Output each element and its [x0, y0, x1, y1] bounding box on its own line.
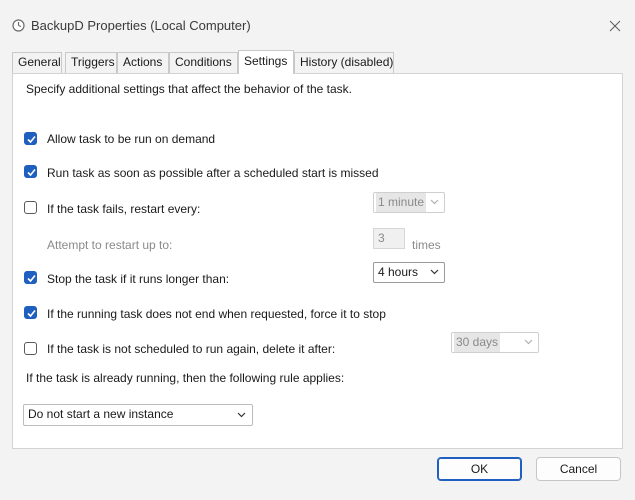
delete-after-label: If the task is not scheduled to run agai…	[47, 342, 336, 356]
running-rule-label: If the task is already running, then the…	[26, 371, 345, 385]
restart-attempts-label: Attempt to restart up to:	[47, 238, 173, 252]
stop-if-longer-label: Stop the task if it runs longer than:	[47, 272, 230, 286]
checkmark-icon	[27, 309, 36, 318]
checkmark-icon	[27, 168, 36, 177]
close-button[interactable]	[604, 15, 626, 37]
restart-interval-value: 1 minute	[376, 193, 427, 212]
restart-on-fail-checkbox[interactable]	[24, 201, 37, 214]
title-bar: BackupD Properties (Local Computer)	[0, 0, 635, 50]
tab-label: Settings	[244, 54, 288, 68]
cancel-button[interactable]: Cancel	[536, 457, 621, 481]
tab-general[interactable]: General	[12, 52, 62, 73]
run-asap-checkbox[interactable]	[24, 165, 37, 178]
allow-on-demand-label: Allow task to be run on demand	[47, 132, 216, 146]
tab-actions[interactable]: Actions	[117, 52, 169, 73]
task-scheduler-clock-icon	[12, 19, 25, 32]
delete-after-checkbox[interactable]	[24, 342, 37, 355]
tab-history[interactable]: History (disabled)	[294, 52, 394, 73]
cancel-button-label: Cancel	[559, 462, 598, 476]
ok-button-label: OK	[470, 462, 489, 476]
settings-panel: Specify additional settings that affect …	[12, 73, 623, 449]
close-icon	[609, 20, 621, 32]
tab-settings[interactable]: Settings	[238, 50, 294, 74]
restart-attempts-value: 3	[378, 231, 385, 245]
stop-duration-dropdown[interactable]: 4 hours	[373, 262, 445, 283]
chevron-down-icon	[430, 199, 439, 205]
restart-attempts-unit: times	[412, 238, 441, 252]
tab-triggers[interactable]: Triggers	[65, 52, 117, 73]
checkmark-icon	[27, 135, 36, 144]
window-title: BackupD Properties (Local Computer)	[31, 18, 251, 33]
chevron-down-icon	[524, 339, 533, 345]
chevron-down-icon	[430, 269, 439, 275]
tab-conditions[interactable]: Conditions	[169, 52, 238, 73]
delete-after-value: 30 days	[454, 333, 501, 352]
tab-label: General	[18, 55, 61, 69]
tab-label: Conditions	[175, 55, 232, 69]
tab-label: History (disabled)	[300, 55, 394, 69]
running-rule-value: Do not start a new instance	[28, 407, 174, 421]
allow-on-demand-checkbox[interactable]	[24, 132, 37, 145]
chevron-down-icon	[237, 412, 246, 418]
run-asap-label: Run task as soon as possible after a sch…	[47, 166, 379, 180]
delete-after-dropdown[interactable]: 30 days	[451, 332, 539, 353]
restart-on-fail-label: If the task fails, restart every:	[47, 202, 201, 216]
force-stop-label: If the running task does not end when re…	[47, 307, 386, 321]
stop-duration-value: 4 hours	[378, 265, 419, 279]
tab-label: Triggers	[71, 55, 115, 69]
checkmark-icon	[27, 274, 36, 283]
tab-label: Actions	[123, 55, 163, 69]
restart-interval-dropdown[interactable]: 1 minute	[373, 192, 445, 213]
force-stop-checkbox[interactable]	[24, 306, 37, 319]
settings-description: Specify additional settings that affect …	[26, 82, 352, 96]
ok-button[interactable]: OK	[437, 457, 522, 481]
running-rule-dropdown[interactable]: Do not start a new instance	[23, 404, 253, 426]
stop-if-longer-checkbox[interactable]	[24, 271, 37, 284]
restart-attempts-spinbox[interactable]: 3	[373, 228, 405, 249]
